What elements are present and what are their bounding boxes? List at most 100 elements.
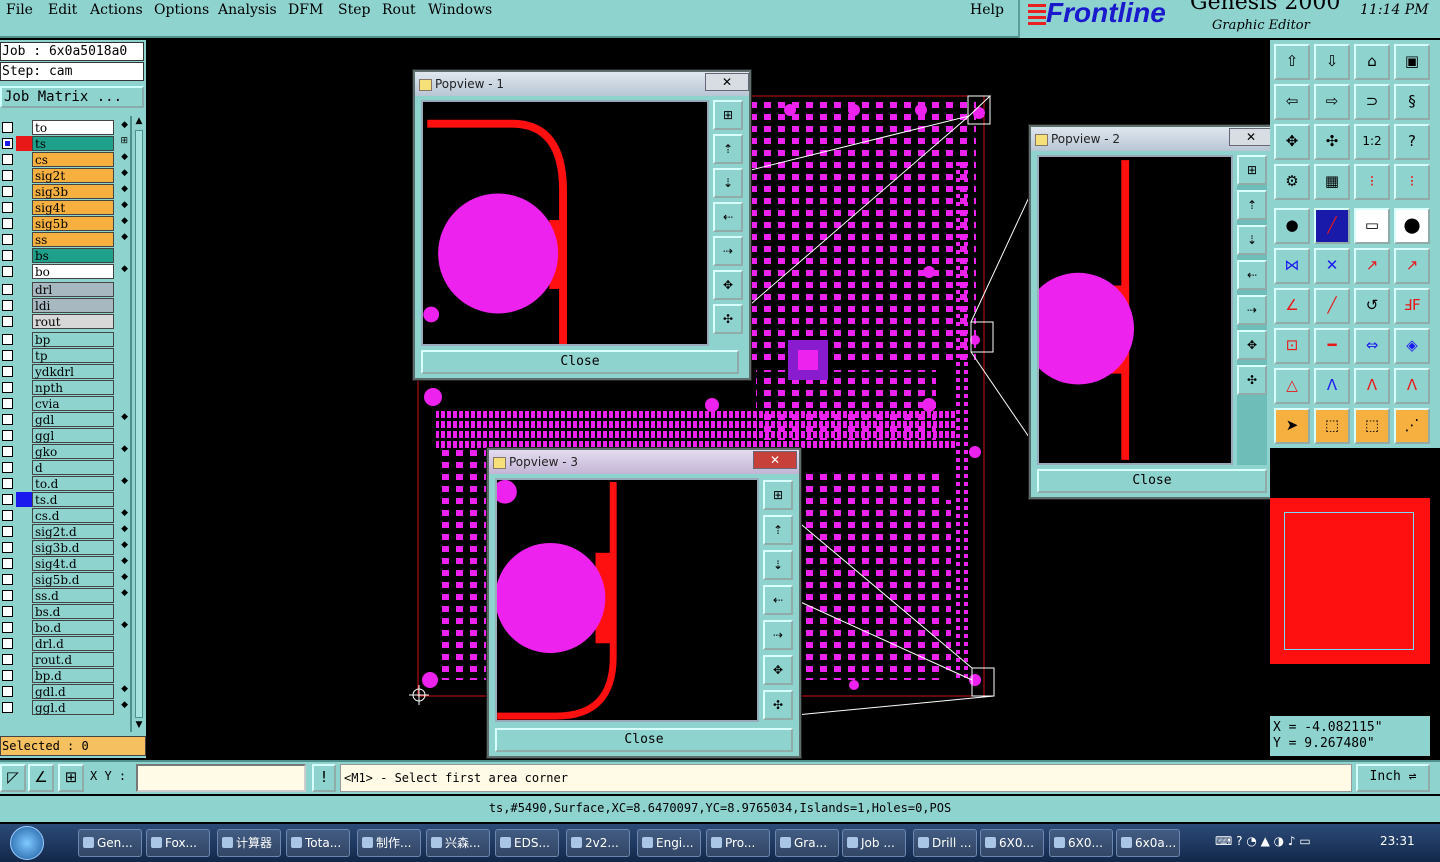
taskbar-item[interactable]: 兴森...: [426, 829, 490, 857]
start-orb-icon[interactable]: [10, 826, 44, 860]
popview-2-close-icon[interactable]: ✕: [1229, 128, 1273, 146]
layer-name[interactable]: ts.d: [32, 492, 114, 507]
layer-name[interactable]: sig2t.d: [32, 524, 114, 539]
layer-checkbox[interactable]: [2, 654, 13, 665]
layer-row-gdl-d[interactable]: gdl.d ◆: [0, 684, 130, 699]
layer-checkbox[interactable]: [2, 334, 13, 345]
taskbar-item[interactable]: Gen...: [78, 829, 142, 857]
zoom-out-icon[interactable]: ✣: [1314, 124, 1350, 160]
zoom-back-icon[interactable]: ⊃: [1354, 84, 1390, 120]
scroll-thumb[interactable]: [135, 130, 143, 718]
layer-name[interactable]: bo.d: [32, 620, 114, 635]
popview-1-pan-up-icon[interactable]: ⇡: [713, 134, 743, 164]
layer-checkbox[interactable]: [2, 494, 13, 505]
group-icon[interactable]: ◈: [1394, 328, 1430, 364]
delete-icon[interactable]: ✕: [1314, 248, 1350, 284]
arc-alt-icon[interactable]: Λ: [1354, 368, 1390, 404]
pan-left-icon[interactable]: ⇦: [1274, 84, 1310, 120]
layer-row-bs-d[interactable]: bs.d: [0, 604, 130, 619]
layer-name[interactable]: drl.d: [32, 636, 114, 651]
layer-row-ts[interactable]: ts ⊞: [0, 136, 130, 151]
mini-map[interactable]: [1270, 448, 1440, 716]
popview-2-close-button[interactable]: Close: [1037, 469, 1267, 493]
grid-snap-icon[interactable]: ⊞: [58, 764, 84, 792]
layer-name[interactable]: gdl: [32, 412, 114, 427]
popview-3-zoom-in-icon[interactable]: ✥: [763, 655, 793, 685]
layer-row-gko[interactable]: gko ◆: [0, 444, 130, 459]
layer-name[interactable]: sig4t.d: [32, 556, 114, 571]
layer-name[interactable]: tp: [32, 348, 114, 363]
layer-row-to[interactable]: to ◆: [0, 120, 130, 135]
popview-1-close-button[interactable]: Close: [421, 350, 739, 374]
layer-name[interactable]: rout.d: [32, 652, 114, 667]
layer-row-gdl[interactable]: gdl ◆: [0, 412, 130, 427]
layer-row-bp[interactable]: bp: [0, 332, 130, 347]
popview-3-close-icon[interactable]: ✕: [753, 451, 797, 469]
popview-3-close-button[interactable]: Close: [495, 728, 793, 752]
layer-checkbox[interactable]: [2, 430, 13, 441]
home-icon[interactable]: ⌂: [1354, 44, 1390, 80]
mini-map-viewport[interactable]: [1284, 512, 1414, 650]
layer-row-cs[interactable]: cs ◆: [0, 152, 130, 167]
layer-checkbox[interactable]: [2, 218, 13, 229]
layer-checkbox[interactable]: [2, 284, 13, 295]
taskbar-item[interactable]: Tota...: [286, 829, 350, 857]
units-dropdown[interactable]: Inch ⇌: [1356, 764, 1430, 792]
layer-name[interactable]: to: [32, 120, 114, 135]
layer-name[interactable]: bs.d: [32, 604, 114, 619]
layer-checkbox[interactable]: [2, 316, 13, 327]
window-icon[interactable]: ▣: [1394, 44, 1430, 80]
rotate-icon[interactable]: ↺: [1354, 288, 1390, 324]
layer-name[interactable]: ydkdrl: [32, 364, 114, 379]
popview-1-zoom-out-icon[interactable]: ✣: [713, 304, 743, 334]
layer-name[interactable]: bo: [32, 264, 114, 279]
menu-analysis[interactable]: Analysis: [218, 2, 277, 18]
popview-1-zoom-in-icon[interactable]: ✥: [713, 270, 743, 300]
horizontal-line-icon[interactable]: ━: [1314, 328, 1350, 364]
arc-icon[interactable]: Λ: [1314, 368, 1350, 404]
layer-checkbox[interactable]: [2, 170, 13, 181]
layer-checkbox[interactable]: [2, 122, 13, 133]
layer-row-ss-d[interactable]: ss.d ◆: [0, 588, 130, 603]
layer-checkbox[interactable]: [2, 300, 13, 311]
layer-row-ggl[interactable]: ggl: [0, 428, 130, 443]
layer-row-ts-d[interactable]: ts.d: [0, 492, 130, 507]
xy-input[interactable]: [136, 764, 306, 792]
layer-checkbox[interactable]: [2, 186, 13, 197]
taskbar-item[interactable]: Job ...: [842, 829, 906, 857]
redraw-icon[interactable]: §: [1394, 84, 1430, 120]
popview-3-pan-down-icon[interactable]: ⇣: [763, 550, 793, 580]
resize-icon[interactable]: ⇔: [1354, 328, 1390, 364]
popview-2-pan-up-icon[interactable]: ⇡: [1237, 190, 1267, 220]
taskbar-item[interactable]: Gra...: [775, 829, 839, 857]
menu-help[interactable]: Help: [970, 2, 1004, 18]
layer-name[interactable]: d: [32, 460, 114, 475]
layer-row-ss[interactable]: ss ◆: [0, 232, 130, 247]
select-touch-icon[interactable]: ⬚: [1354, 408, 1390, 444]
move-pad-icon[interactable]: ↗: [1354, 248, 1390, 284]
popview-1-view[interactable]: [421, 100, 709, 346]
layer-row-drl-d[interactable]: drl.d: [0, 636, 130, 651]
layer-row-drl[interactable]: drl: [0, 282, 130, 297]
menu-rout[interactable]: Rout: [382, 2, 416, 18]
pan-right-icon[interactable]: ⇨: [1314, 84, 1350, 120]
layer-name[interactable]: gko: [32, 444, 114, 459]
layer-name[interactable]: ss: [32, 232, 114, 247]
layer-name[interactable]: sig4t: [32, 200, 114, 215]
layer-row-bp-d[interactable]: bp.d: [0, 668, 130, 683]
layer-checkbox[interactable]: [2, 462, 13, 473]
popview-1-close-icon[interactable]: ✕: [705, 73, 749, 91]
layer-name[interactable]: npth: [32, 380, 114, 395]
layer-checkbox[interactable]: [2, 250, 13, 261]
layer-name[interactable]: bs: [32, 248, 114, 263]
zoom-in-icon[interactable]: ✥: [1274, 124, 1310, 160]
layer-row-ggl-d[interactable]: ggl.d ◆: [0, 700, 130, 715]
popview-2-view[interactable]: [1037, 155, 1233, 465]
taskbar-item[interactable]: Drill ...: [913, 829, 977, 857]
popview-1-pan-right-icon[interactable]: ⇢: [713, 236, 743, 266]
select-pointer-icon[interactable]: ➤: [1274, 408, 1310, 444]
line-tool-icon[interactable]: ╱: [1314, 208, 1350, 244]
snap-alt-icon[interactable]: ⁝: [1394, 164, 1430, 200]
layer-checkbox[interactable]: [2, 590, 13, 601]
menu-file[interactable]: File: [6, 2, 33, 18]
